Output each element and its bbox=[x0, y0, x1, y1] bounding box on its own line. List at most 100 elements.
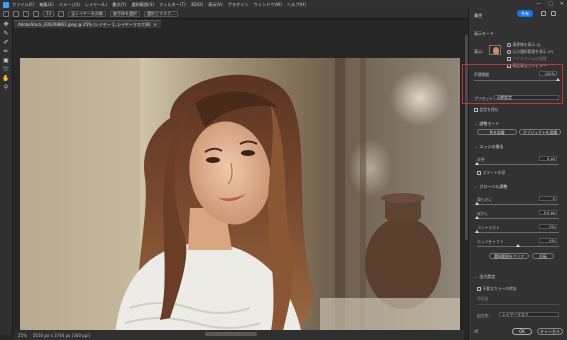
close-tab-icon[interactable]: × bbox=[153, 22, 156, 27]
remember-settings-checkbox[interactable] bbox=[474, 108, 478, 112]
menu-3d[interactable]: 3D(D) bbox=[191, 2, 203, 7]
cancel-button[interactable]: キャンセル bbox=[537, 328, 563, 335]
realtime-checkbox[interactable] bbox=[507, 57, 511, 61]
portrait-image bbox=[20, 58, 460, 336]
menu-filter[interactable]: フィルター(T) bbox=[159, 2, 186, 8]
view-mode-header: 表示モード bbox=[474, 31, 494, 36]
view-label: 表示： bbox=[474, 49, 486, 54]
refine-edge-brush-icon[interactable]: ✐ bbox=[2, 40, 10, 46]
portrait-photo bbox=[20, 58, 460, 336]
brush-tool-icon[interactable]: ✏ bbox=[2, 49, 10, 55]
refine-object-aware-button[interactable]: オブジェクトを認識 bbox=[519, 129, 561, 135]
decontaminate-checkbox[interactable] bbox=[477, 287, 481, 291]
refine-mode-label: 調整モード bbox=[479, 121, 500, 126]
window-controls: — □ ✕ bbox=[536, 1, 564, 7]
select-subject-button[interactable]: 被写体を選択 bbox=[109, 10, 140, 17]
menu-bar: ファイル(F) 編集(E) イメージ(I) レイヤー(L) 書式(Y) 選択範囲… bbox=[0, 0, 567, 9]
smooth-slider-track[interactable] bbox=[477, 204, 559, 205]
tools-panel: ✥ ✎ ✐ ✏ ▣ ➰ ✋ ⚲ bbox=[0, 19, 13, 335]
minimize-button[interactable]: — bbox=[536, 1, 541, 7]
clear-selection-button[interactable]: 選択範囲をクリア bbox=[489, 253, 529, 259]
object-select-tool-icon[interactable]: ▣ bbox=[2, 58, 10, 64]
smart-radius-label: スマート半径 bbox=[482, 170, 506, 175]
show-original-radio[interactable] bbox=[507, 50, 511, 54]
feather-value[interactable]: 0.0 px bbox=[539, 210, 557, 215]
show-edges-radio[interactable] bbox=[507, 43, 511, 47]
home-icon[interactable] bbox=[3, 10, 9, 17]
highlight-box bbox=[462, 64, 563, 104]
sample-all-layers-checkbox[interactable]: 全レイヤーを対象 bbox=[68, 10, 106, 17]
maximize-button[interactable]: □ bbox=[548, 1, 553, 7]
ok-button[interactable]: OK bbox=[512, 328, 532, 335]
radius-value[interactable]: 0 px bbox=[539, 156, 557, 161]
output-to-label: 出力先： bbox=[477, 313, 493, 318]
chevron-down-icon: ⌄ bbox=[474, 121, 478, 126]
contrast-value[interactable]: 0% bbox=[539, 224, 557, 229]
add-to-selection-icon[interactable] bbox=[23, 10, 29, 17]
hand-tool-icon[interactable]: ✋ bbox=[2, 76, 10, 82]
remember-settings-label: 設定を保存 bbox=[479, 107, 499, 112]
menu-layer[interactable]: レイヤー(L) bbox=[85, 2, 107, 8]
show-edges-option[interactable]: 境界線を表示 (J) bbox=[507, 42, 541, 48]
share-button[interactable]: 共有 bbox=[517, 10, 533, 17]
smooth-value[interactable]: 0 bbox=[539, 196, 557, 201]
document-tab[interactable]: AdobeStock_436298861.jpeg @ 25% (レイヤー 1,… bbox=[14, 20, 161, 28]
menu-view[interactable]: 表示(V) bbox=[208, 2, 223, 8]
menu-help[interactable]: ヘルプ(H) bbox=[287, 2, 306, 8]
quick-select-tool-icon[interactable]: ✎ bbox=[2, 31, 10, 37]
shift-edge-slider-thumb[interactable] bbox=[516, 244, 520, 247]
radius-slider-thumb[interactable] bbox=[475, 162, 479, 165]
invert-button[interactable]: 反転 bbox=[532, 253, 554, 259]
output-settings-header[interactable]: ⌄ 出力設定 bbox=[474, 274, 495, 280]
brush-size-field[interactable]: 13 bbox=[43, 10, 55, 17]
shift-edge-label: エッジをシフト bbox=[477, 239, 504, 244]
realtime-option[interactable]: リアルタイムの調整 bbox=[507, 56, 547, 62]
refine-mode-header[interactable]: ⌄ 調整モード bbox=[474, 121, 499, 127]
lasso-tool-icon[interactable]: ➰ bbox=[2, 67, 10, 73]
refine-color-aware-button[interactable]: 色を認識 bbox=[477, 129, 517, 135]
properties-panel: 属性 共有 表示モード 表示： 境界線を表示 (J) 元の選択範囲を表示 (P)… bbox=[468, 9, 567, 340]
amount-slider-track[interactable] bbox=[477, 304, 559, 305]
show-original-label: 元の選択範囲を表示 (P) bbox=[512, 49, 554, 54]
shift-edge-value[interactable]: 0% bbox=[539, 238, 557, 243]
radius-slider-track[interactable] bbox=[477, 164, 559, 165]
quick-select-brush-icon[interactable] bbox=[13, 10, 19, 17]
close-window-button[interactable]: ✕ bbox=[560, 1, 564, 7]
brush-settings-icon[interactable] bbox=[58, 10, 65, 17]
subtract-selection-icon[interactable] bbox=[33, 10, 39, 17]
contrast-label: コントラスト bbox=[477, 225, 500, 230]
chevron-down-icon: ⌄ bbox=[474, 274, 478, 279]
move-tool-icon[interactable]: ✥ bbox=[2, 22, 10, 28]
menu-file[interactable]: ファイル(F) bbox=[12, 2, 34, 8]
contrast-slider-track[interactable] bbox=[477, 232, 559, 233]
smart-radius-option[interactable]: スマート半径 bbox=[477, 170, 505, 176]
menu-window[interactable]: ウィンドウ(W) bbox=[254, 2, 282, 8]
feather-slider-thumb[interactable] bbox=[475, 216, 479, 219]
feather-slider-track[interactable] bbox=[477, 218, 559, 219]
remember-settings-option[interactable]: 設定を保存 bbox=[474, 107, 498, 113]
horizontal-scrollbar[interactable] bbox=[205, 332, 257, 336]
show-original-option[interactable]: 元の選択範囲を表示 (P) bbox=[507, 49, 553, 55]
smooth-slider-thumb[interactable] bbox=[475, 202, 479, 205]
menu-type[interactable]: 書式(Y) bbox=[112, 2, 126, 8]
select-and-mask-button[interactable]: 選択とマスク... bbox=[143, 10, 178, 17]
contrast-slider-thumb[interactable] bbox=[475, 230, 479, 233]
global-refinements-header[interactable]: ⌄ グローバル調整 bbox=[474, 184, 507, 190]
smart-radius-checkbox[interactable] bbox=[477, 171, 481, 175]
canvas-area[interactable] bbox=[14, 28, 464, 336]
zoom-tool-icon[interactable]: ⚲ bbox=[2, 85, 10, 91]
workspace-icon[interactable] bbox=[551, 11, 556, 16]
menu-image[interactable]: イメージ(I) bbox=[59, 2, 80, 8]
document-tab-title: AdobeStock_436298861.jpeg @ 25% (レイヤー 1,… bbox=[18, 21, 151, 27]
search-icon[interactable] bbox=[541, 11, 546, 16]
decontaminate-option[interactable]: 不要なカラーの除去 bbox=[477, 286, 517, 292]
output-to-select[interactable]: レイヤーマスク bbox=[499, 312, 559, 317]
panel-title: 属性 bbox=[474, 13, 483, 18]
edge-detection-header[interactable]: ⌄ エッジの検出 bbox=[474, 144, 503, 150]
menu-edit[interactable]: 編集(E) bbox=[39, 2, 53, 8]
menu-select[interactable]: 選択範囲(S) bbox=[131, 2, 154, 8]
menu-plugins[interactable]: プラグイン bbox=[228, 2, 249, 8]
reset-icon[interactable]: ↺ bbox=[474, 329, 478, 335]
view-mode-thumbnail[interactable] bbox=[489, 45, 501, 55]
zoom-level[interactable]: 25% bbox=[18, 333, 27, 338]
